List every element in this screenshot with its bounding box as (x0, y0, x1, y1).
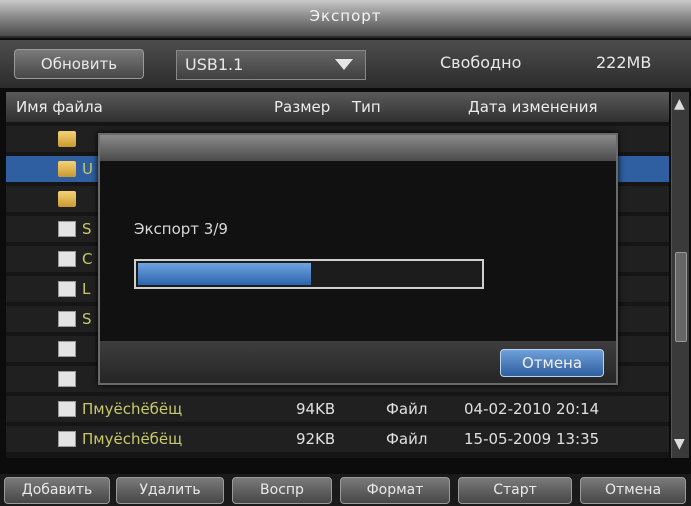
file-type-cell: Файл (386, 400, 428, 418)
window-title: Экспорт (309, 7, 382, 25)
file-name-cell: Пмуёсhёбёщ (82, 430, 183, 448)
file-size-cell: 94KB (296, 400, 336, 418)
start-button[interactable]: Старт (458, 477, 572, 504)
table-row[interactable]: Пмуёсhёбёщ 94KB Файл 04-02-2010 20:14 (6, 396, 669, 422)
bottom-action-bar: Добавить Удалить Воспр Формат Старт Отме… (0, 474, 691, 506)
folder-icon (58, 191, 76, 207)
file-icon (58, 311, 76, 327)
file-icon (58, 251, 76, 267)
folder-icon (58, 161, 76, 177)
file-name-cell: L (82, 280, 91, 298)
table-row[interactable]: Пмуёсhёбёщ 92KB Файл 15-05-2009 13:35 (6, 426, 669, 452)
column-header-name[interactable]: Имя файла (16, 98, 103, 116)
file-date-cell: 04-02-2010 20:14 (464, 400, 600, 418)
scroll-up-icon[interactable]: ▲ (674, 96, 685, 112)
dialog-header (100, 135, 616, 161)
add-button[interactable]: Добавить (4, 477, 110, 504)
folder-icon (58, 131, 76, 147)
dialog-footer: Отмена (100, 341, 616, 383)
free-space-value: 222MB (596, 53, 652, 72)
file-date-cell: 15-05-2009 13:35 (464, 430, 600, 448)
scrollbar[interactable]: ▲ ▼ (671, 92, 689, 458)
refresh-button[interactable]: Обновить (14, 49, 144, 79)
progress-bar-fill (138, 263, 311, 285)
format-button[interactable]: Формат (340, 477, 450, 504)
title-bar: Экспорт (0, 0, 691, 38)
scroll-down-icon[interactable]: ▼ (674, 436, 685, 452)
column-header-date[interactable]: Дата изменения (468, 98, 598, 116)
toolbar: Обновить USB1.1 Свободно 222MB (0, 40, 691, 88)
table-header: Имя файла Размер Тип Дата изменения (6, 92, 669, 122)
progress-bar (134, 259, 484, 289)
device-select-value: USB1.1 (185, 55, 244, 74)
dialog-cancel-button[interactable]: Отмена (500, 349, 604, 377)
file-size-cell: 92KB (296, 430, 336, 448)
file-icon (58, 431, 76, 447)
file-name-cell: S (82, 310, 92, 328)
free-space-label: Свободно (440, 53, 522, 72)
file-icon (58, 341, 76, 357)
cancel-button[interactable]: Отмена (580, 477, 686, 504)
scrollbar-thumb[interactable] (675, 252, 687, 342)
chevron-down-icon (335, 59, 353, 70)
file-name-cell: U (82, 160, 93, 178)
column-header-size[interactable]: Размер (274, 98, 330, 116)
file-icon (58, 371, 76, 387)
device-select[interactable]: USB1.1 (176, 50, 366, 80)
export-progress-message: Экспорт 3/9 (134, 220, 228, 238)
file-icon (58, 221, 76, 237)
play-button[interactable]: Воспр (232, 477, 332, 504)
file-name-cell: Пмуёсhёбёщ (82, 400, 183, 418)
file-name-cell: S (82, 220, 92, 238)
file-icon (58, 401, 76, 417)
column-header-type[interactable]: Тип (352, 98, 381, 116)
file-name-cell: C (82, 250, 93, 268)
file-type-cell: Файл (386, 430, 428, 448)
export-progress-dialog: Экспорт 3/9 Отмена (98, 133, 618, 385)
file-icon (58, 281, 76, 297)
delete-button[interactable]: Удалить (116, 477, 224, 504)
